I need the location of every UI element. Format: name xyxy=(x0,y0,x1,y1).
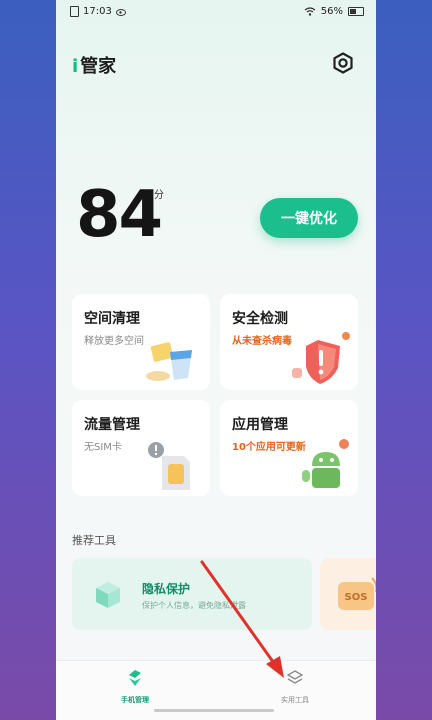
score-unit: 分 xyxy=(154,190,164,201)
tool-subtitle: 保护个人信息，避免隐私泄露 xyxy=(142,601,246,610)
card-subtitle: 释放更多空间 xyxy=(84,336,144,347)
card-subtitle: 从未查杀病毒 xyxy=(232,336,292,347)
one-click-optimize-button[interactable]: 一键优化 xyxy=(260,198,358,238)
battery-percent: 56% xyxy=(320,6,343,17)
svg-text:SOS: SOS xyxy=(345,592,368,603)
sim-card-icon xyxy=(148,442,190,490)
wifi-icon xyxy=(304,7,316,16)
status-time: 17:03 xyxy=(83,6,112,17)
section-title-recommended-tools: 推荐工具 xyxy=(72,534,116,547)
health-score: 84 xyxy=(76,178,163,252)
card-space-clean[interactable]: 空间清理 释放更多空间 xyxy=(72,294,210,390)
cube-icon xyxy=(96,582,120,608)
broom-bucket-icon xyxy=(146,342,192,381)
phone-screen: 17:03 56% i 管家 84 分 一键优化 空间清理 释放更多空间 安全检测 xyxy=(56,0,376,720)
card-title: 安全检测 xyxy=(232,311,288,327)
tab-label: 手机管理 xyxy=(121,696,149,704)
status-bar: 17:03 56% xyxy=(70,6,364,22)
layers-icon xyxy=(286,670,304,684)
weibo-icon xyxy=(115,9,126,16)
sim-icon xyxy=(70,6,79,17)
android-robot-icon xyxy=(302,439,349,488)
card-data-usage[interactable]: 流量管理 无SIM卡 xyxy=(72,400,210,496)
card-title: 应用管理 xyxy=(232,417,288,433)
card-subtitle: 无SIM卡 xyxy=(84,442,122,453)
phone-manager-icon xyxy=(129,670,141,686)
card-security-scan[interactable]: 安全检测 从未查杀病毒 xyxy=(220,294,358,390)
tool-privacy-protection[interactable]: 隐私保护 保护个人信息，避免隐私泄露 xyxy=(72,558,312,630)
sos-icon: SOS xyxy=(338,577,376,610)
tab-label: 实用工具 xyxy=(281,696,309,704)
card-title: 空间清理 xyxy=(84,311,140,327)
shield-warning-icon xyxy=(292,332,350,384)
app-title: i 管家 xyxy=(72,56,117,77)
tool-title: 隐私保护 xyxy=(142,582,191,596)
app-header: i 管家 xyxy=(72,52,360,77)
home-indicator[interactable] xyxy=(154,709,274,712)
tab-phone-management[interactable]: 手机管理 xyxy=(90,669,180,705)
card-title: 流量管理 xyxy=(84,417,140,433)
settings-icon[interactable] xyxy=(332,52,354,74)
tab-utility-tools[interactable]: 实用工具 xyxy=(250,669,340,705)
tool-sos[interactable]: SOS xyxy=(320,558,376,630)
card-app-management[interactable]: 应用管理 10个应用可更新 xyxy=(220,400,358,496)
battery-icon xyxy=(348,7,364,16)
